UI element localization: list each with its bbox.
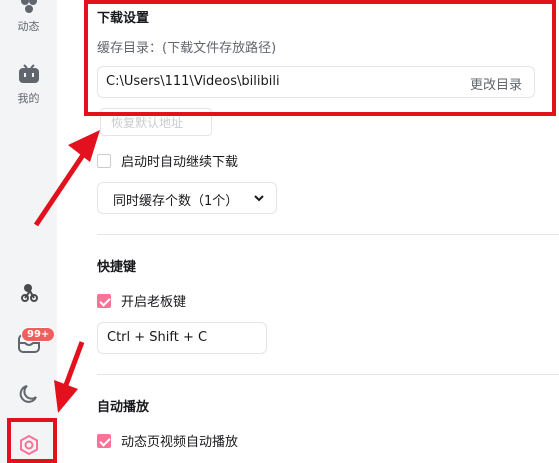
annotation-arrow-up xyxy=(33,150,88,227)
annotation-arrow-down xyxy=(63,341,85,386)
annotation-arrows xyxy=(33,130,100,413)
annotation-arrowhead-up xyxy=(68,130,100,162)
annotation-arrowhead-down xyxy=(54,380,78,413)
